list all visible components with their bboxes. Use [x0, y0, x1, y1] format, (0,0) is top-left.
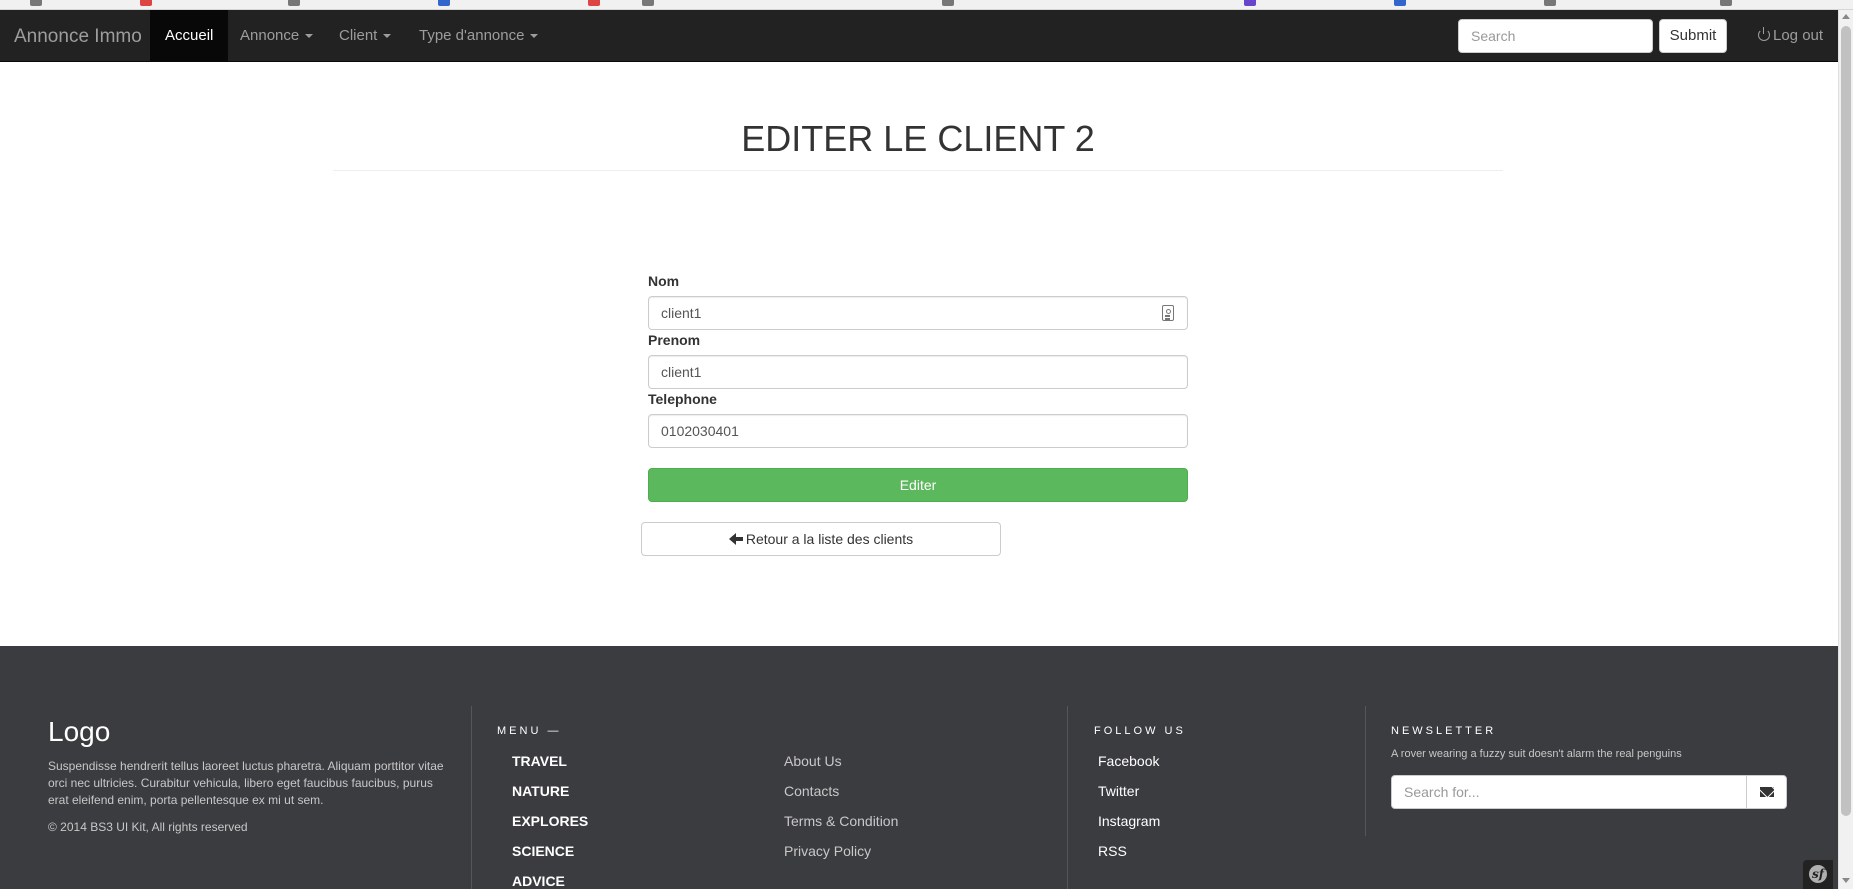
- arrow-left-icon: [728, 533, 743, 545]
- prenom-label: Prenom: [648, 332, 701, 348]
- envelope-icon: [1760, 787, 1774, 797]
- bookmark-icon[interactable]: [588, 0, 600, 6]
- scroll-down-icon[interactable]: [1842, 878, 1850, 883]
- nav-item-accueil[interactable]: Accueil: [150, 10, 229, 61]
- caret-down-icon: [530, 34, 539, 39]
- footer-sub-link[interactable]: Terms & Condition: [784, 813, 898, 829]
- footer-divider: [1365, 706, 1366, 836]
- nav-item-label: Accueil: [165, 27, 214, 44]
- page-title: EDITER LE CLIENT 2: [741, 118, 1095, 159]
- social-link-instagram[interactable]: Instagram: [1098, 813, 1160, 829]
- footer-menu-link[interactable]: TRAVEL: [512, 753, 567, 769]
- footer-menu-link[interactable]: EXPLORES: [512, 813, 588, 829]
- nav-item-annonce[interactable]: Annonce: [225, 10, 328, 61]
- bookmark-icon[interactable]: [140, 0, 152, 6]
- title-divider: [333, 170, 1503, 171]
- footer-logo: Logo: [48, 716, 111, 747]
- top-navbar: Annonce Immo Accueil Annonce Client Type…: [0, 10, 1838, 62]
- footer-menu-link[interactable]: NATURE: [512, 783, 569, 799]
- editer-button[interactable]: Editer: [648, 468, 1188, 502]
- navbar-search-input[interactable]: [1458, 19, 1653, 53]
- bookmark-icon[interactable]: [1544, 0, 1556, 6]
- bookmark-icon[interactable]: [1244, 0, 1256, 6]
- power-icon: [1758, 27, 1770, 41]
- logout-link[interactable]: Log out: [1758, 10, 1823, 61]
- bookmark-icon[interactable]: [30, 0, 42, 6]
- page-scrollbar[interactable]: [1838, 10, 1853, 889]
- social-link-rss[interactable]: RSS: [1098, 843, 1127, 859]
- footer-divider: [471, 706, 472, 889]
- nav-item-label: Type d'annonce: [419, 27, 525, 44]
- symfony-icon: sf: [1809, 865, 1827, 883]
- bookmark-icon[interactable]: [438, 0, 450, 6]
- nom-label: Nom: [648, 273, 680, 289]
- nav-item-type-annonce[interactable]: Type d'annonce: [404, 10, 553, 61]
- nav-item-label: Client: [339, 27, 378, 44]
- footer-description: Suspendisse hendrerit tellus laoreet luc…: [48, 759, 444, 807]
- back-to-clients-button[interactable]: Retour a la liste des clients: [641, 522, 1001, 556]
- social-link-facebook[interactable]: Facebook: [1098, 753, 1159, 769]
- bookmark-icon[interactable]: [642, 0, 654, 6]
- footer-sub-link[interactable]: About Us: [784, 753, 842, 769]
- telephone-label: Telephone: [648, 391, 717, 407]
- social-link-twitter[interactable]: Twitter: [1098, 783, 1139, 799]
- footer-newsletter-heading: NEWSLETTER: [1391, 725, 1497, 737]
- nav-item-label: Annonce: [240, 27, 300, 44]
- scroll-up-icon[interactable]: [1842, 14, 1850, 19]
- autofill-icon[interactable]: [1162, 305, 1174, 321]
- footer-menu-heading: MENU —: [497, 725, 562, 737]
- bookmark-icon[interactable]: [942, 0, 954, 6]
- footer-sub-link[interactable]: Contacts: [784, 783, 839, 799]
- newsletter-submit-button[interactable]: [1746, 775, 1787, 809]
- symfony-toolbar-toggle[interactable]: sf: [1803, 860, 1833, 889]
- telephone-input[interactable]: [648, 414, 1188, 448]
- bookmark-icon[interactable]: [1394, 0, 1406, 6]
- caret-down-icon: [305, 34, 314, 39]
- bookmarks-bar: [0, 0, 1853, 10]
- footer-follow-heading: FOLLOW US: [1094, 725, 1186, 737]
- nom-input[interactable]: [648, 296, 1188, 330]
- caret-down-icon: [383, 34, 392, 39]
- footer: Logo Suspendisse hendrerit tellus laoree…: [0, 646, 1838, 889]
- logout-label: Log out: [1773, 27, 1824, 44]
- footer-menu-link[interactable]: ADVICE: [512, 873, 565, 889]
- scroll-thumb[interactable]: [1841, 26, 1851, 816]
- footer-sub-link[interactable]: Privacy Policy: [784, 843, 871, 859]
- back-button-label: Retour a la liste des clients: [745, 531, 914, 547]
- prenom-input[interactable]: [648, 355, 1188, 389]
- footer-menu-link[interactable]: SCIENCE: [512, 843, 574, 859]
- footer-divider: [1067, 706, 1068, 889]
- navbar-submit-button[interactable]: Submit: [1659, 19, 1727, 53]
- nav-item-client[interactable]: Client: [324, 10, 406, 61]
- footer-copyright: © 2014 BS3 UI Kit, All rights reserved: [48, 820, 248, 834]
- bookmark-icon[interactable]: [288, 0, 300, 6]
- brand-link[interactable]: Annonce Immo: [14, 26, 142, 48]
- bookmark-icon[interactable]: [1720, 0, 1732, 6]
- newsletter-input[interactable]: [1391, 775, 1747, 809]
- newsletter-text: A rover wearing a fuzzy suit doesn't ala…: [1391, 748, 1682, 760]
